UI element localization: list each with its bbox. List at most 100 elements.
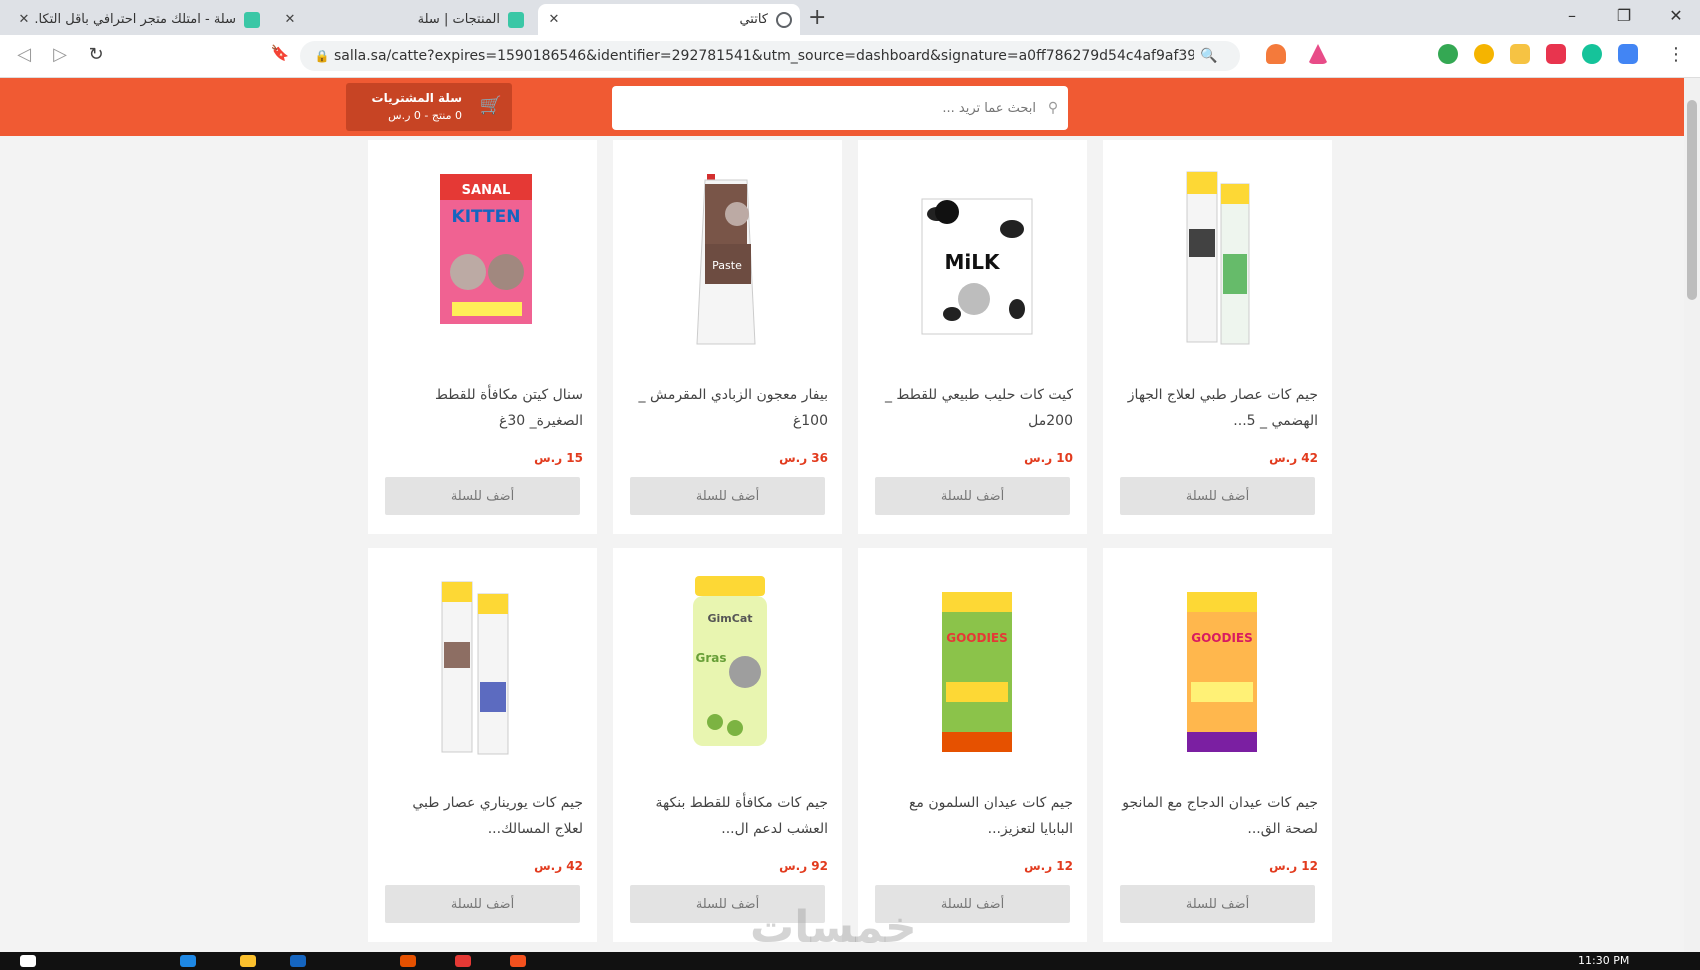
search-box[interactable]: ⚲ — [612, 86, 1068, 130]
product-card[interactable]: MiLK كيت كات حليب طبيعي للقطط _ 200مل 10… — [858, 140, 1087, 534]
svg-text:KITTEN: KITTEN — [452, 207, 521, 227]
extension-pocket-icon[interactable] — [1546, 44, 1566, 64]
zoom-icon[interactable]: 🔍 — [1200, 48, 1217, 64]
product-image-salmon-sticks[interactable]: GOODIES — [892, 562, 1052, 762]
add-to-cart-button[interactable]: أضف للسلة — [875, 477, 1070, 515]
close-icon[interactable]: ✕ — [280, 12, 300, 27]
tab-title: سلة - امتلك متجر احترافي بأقل التكا... — [34, 12, 236, 27]
product-card[interactable]: جيم كات عصار طبي لعلاج الجهاز الهضمي _ 5… — [1103, 140, 1332, 534]
menu-icon[interactable]: ⋮ — [1664, 44, 1688, 65]
taskbar-app-icon[interactable] — [400, 955, 416, 967]
svg-text:Gras: Gras — [695, 651, 726, 665]
svg-text:Paste: Paste — [712, 259, 742, 272]
product-image-yoghurt-paste-tube[interactable]: Paste — [647, 154, 807, 354]
cart-title: سلة المشتريات — [371, 91, 462, 105]
lock-icon: 🔒 — [314, 49, 330, 63]
add-to-cart-button[interactable]: أضف للسلة — [1120, 477, 1315, 515]
search-icon: ⚲ — [1047, 100, 1059, 116]
salla-favicon-icon — [508, 11, 524, 28]
scrollbar-thumb[interactable] — [1687, 100, 1697, 300]
product-card[interactable]: GOODIES جيم كات عيدان السلمون مع الباباي… — [858, 548, 1087, 942]
tab-catte[interactable]: كاتتي ✕ — [538, 4, 800, 35]
address-bar[interactable]: 🔒 salla.sa/catte?expires=1590186546&iden… — [300, 41, 1240, 71]
cart-button[interactable]: 🛒 سلة المشتريات 0 منتج - 0 ر.س — [346, 83, 512, 131]
product-name[interactable]: جيم كات مكافأة للقطط بنكهة العشب لدعم ال… — [627, 790, 828, 842]
browser-toolbar: ◁ ▷ ↻ 🔖 🔒 salla.sa/catte?expires=1590186… — [0, 35, 1700, 78]
rewards-icon[interactable] — [1308, 44, 1328, 64]
bookmark-icon[interactable]: 🔖 — [268, 44, 292, 62]
reload-icon[interactable]: ↻ — [84, 44, 108, 65]
browser-tab-bar: سلة - امتلك متجر احترافي بأقل التكا... ✕… — [0, 0, 1700, 35]
product-card[interactable]: GimCat Gras جيم كات مكافأة للقطط بنكهة ا… — [613, 548, 842, 942]
svg-text:GOODIES: GOODIES — [1191, 631, 1253, 645]
extension-check-icon[interactable] — [1438, 44, 1458, 64]
watermark: خمسات — [750, 902, 917, 953]
svg-text:GimCat: GimCat — [707, 612, 752, 625]
taskbar-app-icon[interactable] — [290, 955, 306, 967]
tab-salla-home[interactable]: سلة - امتلك متجر احترافي بأقل التكا... ✕ — [8, 4, 268, 35]
cart-icon: 🛒 — [479, 95, 503, 116]
restore-icon[interactable]: ❐ — [1614, 6, 1634, 25]
close-icon[interactable]: ✕ — [14, 12, 34, 27]
translate-icon[interactable] — [1618, 44, 1638, 64]
add-to-cart-button[interactable]: أضف للسلة — [1120, 885, 1315, 923]
extension-screen-icon[interactable] — [1510, 44, 1530, 64]
page-scrollbar[interactable] — [1684, 78, 1700, 952]
product-image-milk-carton[interactable]: MiLK — [892, 154, 1052, 354]
store-header: ⚲ 🛒 سلة المشتريات 0 منتج - 0 ر.س — [0, 78, 1686, 136]
product-image-kitten-treat-box[interactable]: SANAL KITTEN — [402, 154, 562, 354]
product-image-chicken-sticks[interactable]: GOODIES — [1137, 562, 1297, 762]
tab-title: كاتتي — [739, 12, 768, 27]
minimize-icon[interactable]: – — [1562, 6, 1582, 25]
product-price: 12 ر.س — [1024, 859, 1073, 873]
back-icon[interactable]: ◁ — [12, 44, 36, 65]
url-text[interactable]: salla.sa/catte?expires=1590186546&identi… — [334, 48, 1194, 64]
tab-title: المنتجات | سلة — [417, 12, 500, 27]
product-card[interactable]: Paste بيفار معجون الزبادي المقرمش _ 100غ… — [613, 140, 842, 534]
brave-shield-icon[interactable] — [1266, 44, 1286, 64]
add-to-cart-button[interactable]: أضف للسلة — [630, 477, 825, 515]
folder-icon[interactable] — [240, 955, 256, 967]
svg-text:GOODIES: GOODIES — [946, 631, 1008, 645]
add-to-cart-button[interactable]: أضف للسلة — [385, 477, 580, 515]
globe-icon — [776, 11, 792, 28]
product-card[interactable]: GOODIES جيم كات عيدان الدجاج مع المانجو … — [1103, 548, 1332, 942]
product-image-grass-bits-jar[interactable]: GimCat Gras — [647, 562, 807, 762]
product-image-urinary-paste-tube[interactable] — [402, 562, 562, 762]
taskbar-app-icon[interactable] — [180, 955, 196, 967]
os-taskbar: 11:30 PM — [0, 952, 1700, 970]
browser-taskbar-icon[interactable] — [510, 955, 526, 967]
product-name[interactable]: سنال كيتن مكافأة للقطط الصغيرة_ 30غ — [382, 382, 583, 434]
product-price: 36 ر.س — [779, 451, 828, 465]
product-price: 42 ر.س — [534, 859, 583, 873]
start-icon[interactable] — [20, 955, 36, 967]
svg-text:SANAL: SANAL — [462, 183, 511, 198]
product-card[interactable]: جيم كات يوريناري عصار طبي لعلاج المسالك.… — [368, 548, 597, 942]
forward-icon[interactable]: ▷ — [48, 44, 72, 65]
add-to-cart-button[interactable]: أضف للسلة — [385, 885, 580, 923]
product-name[interactable]: جيم كات عيدان السلمون مع البابايا لتعزيز… — [872, 790, 1073, 842]
taskbar-app-icon[interactable] — [455, 955, 471, 967]
product-price: 10 ر.س — [1024, 451, 1073, 465]
product-price: 12 ر.س — [1269, 859, 1318, 873]
search-input[interactable] — [634, 99, 1038, 117]
tab-products[interactable]: المنتجات | سلة ✕ — [274, 4, 532, 35]
window-close-icon[interactable]: ✕ — [1666, 6, 1686, 25]
taskbar-clock: 11:30 PM — [1578, 954, 1630, 967]
product-price: 15 ر.س — [534, 451, 583, 465]
grammarly-icon[interactable] — [1582, 44, 1602, 64]
product-price: 42 ر.س — [1269, 451, 1318, 465]
close-icon[interactable]: ✕ — [544, 12, 564, 27]
product-image-malt-paste-tube[interactable] — [1137, 154, 1297, 354]
product-card[interactable]: SANAL KITTEN سنال كيتن مكافأة للقطط الصغ… — [368, 140, 597, 534]
product-price: 92 ر.س — [779, 859, 828, 873]
svg-text:MiLK: MiLK — [945, 250, 1002, 274]
product-name[interactable]: كيت كات حليب طبيعي للقطط _ 200مل — [872, 382, 1073, 434]
product-name[interactable]: جيم كات عصار طبي لعلاج الجهاز الهضمي _ 5… — [1117, 382, 1318, 434]
extension-coin-icon[interactable] — [1474, 44, 1494, 64]
new-tab-button[interactable]: + — [808, 5, 826, 30]
product-name[interactable]: جيم كات عيدان الدجاج مع المانجو لصحة الق… — [1117, 790, 1318, 842]
product-name[interactable]: جيم كات يوريناري عصار طبي لعلاج المسالك.… — [382, 790, 583, 842]
cart-summary: 0 منتج - 0 ر.س — [388, 109, 462, 122]
product-name[interactable]: بيفار معجون الزبادي المقرمش _ 100غ — [627, 382, 828, 434]
